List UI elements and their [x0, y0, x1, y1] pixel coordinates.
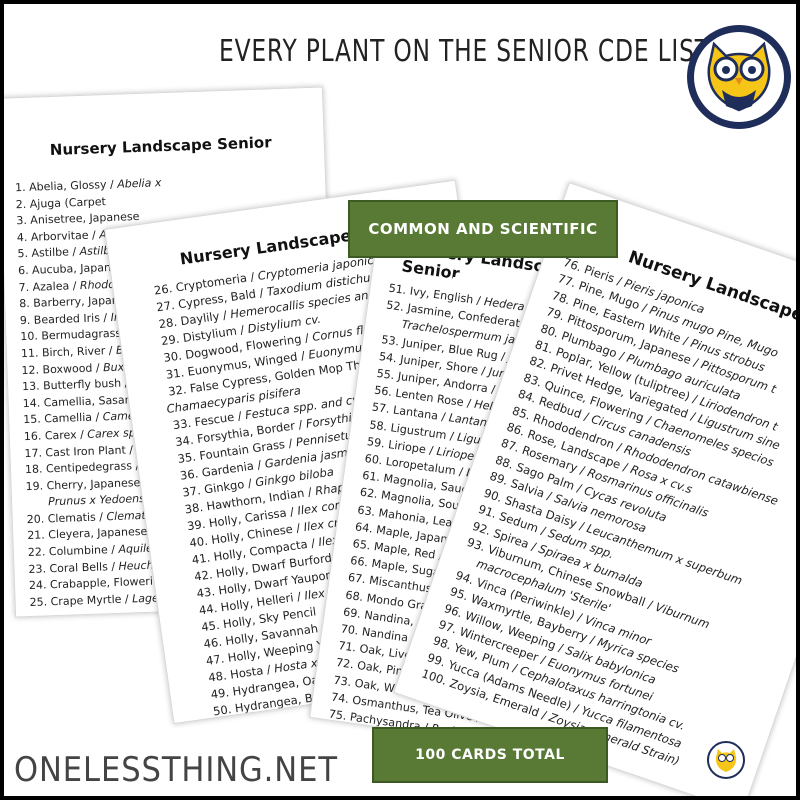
common-name: 3. Anisetree, Japanese [16, 210, 140, 228]
names-banner: COMMON AND SCIENTIFIC NAMES [348, 200, 618, 292]
common-name: 13. Butterfly bush [21, 376, 122, 394]
common-name: 17. Cast Iron Plant [24, 443, 126, 460]
common-name: 12. Boxwood [21, 361, 93, 377]
scientific-name: Abelia x [116, 176, 162, 191]
owl-logo-icon [687, 25, 791, 129]
product-image: EVERY PLANT ON THE SENIOR CDE LIST Nurse… [4, 4, 796, 796]
common-name: 25. Crape Myrtle [29, 592, 122, 609]
common-name: 7. Azalea [18, 279, 70, 294]
common-name: 24. Crabapple, Flowering [28, 574, 168, 593]
common-name: 2. Ajuga (Carpet [15, 194, 106, 211]
common-name: 5. Astilbe [17, 245, 70, 261]
footer-site: ONELESSTHING.NET [14, 750, 338, 790]
common-name: 9. Bearded Iris [19, 311, 101, 327]
card-title: Nursery Landscape Senior [49, 133, 272, 160]
common-name: 16. Carex [23, 428, 77, 444]
header-title: EVERY PLANT ON THE SENIOR CDE LIST [219, 34, 710, 69]
small-owl-logo-icon [707, 741, 745, 779]
common-name: 1. Abelia, Glossy [14, 178, 107, 195]
common-name: 20. Clematis [26, 510, 97, 526]
common-name: 22. Columbine [27, 543, 109, 560]
common-name: 21. Cleyera, Japanese [27, 525, 148, 543]
common-name: 15. Camellia [23, 411, 93, 427]
common-name: 11. Birch, River [20, 344, 106, 361]
common-name: 18. Centipedegrass [24, 459, 133, 477]
total-banner: 100 CARDS TOTAL [372, 727, 608, 783]
common-name: 23. Coral Bells [28, 559, 109, 576]
common-name: Prunus x Yedoensis [47, 491, 154, 509]
common-name: 4. Arborvitae [16, 228, 89, 245]
